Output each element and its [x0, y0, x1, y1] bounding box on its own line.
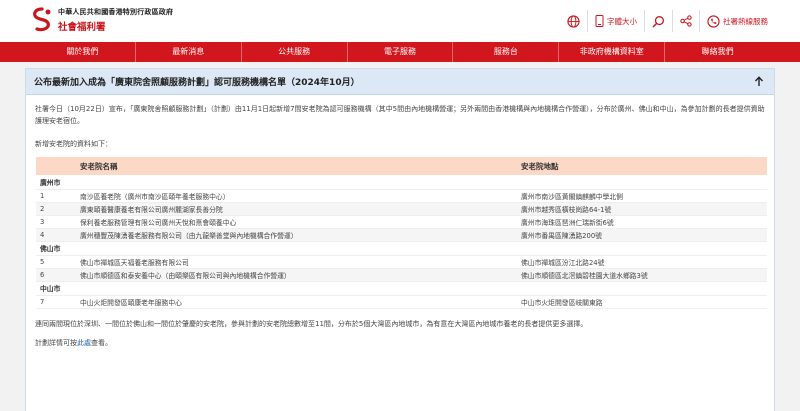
home-name: 南沙區養老院（廣州市南沙區頤年養老服務中心） [66, 189, 517, 203]
nav-e-services[interactable]: 電子服務 [348, 42, 454, 62]
nav-contact-us[interactable]: 聯絡我們 [665, 42, 770, 62]
home-name: 佛山市禪城區天福養老服務有限公司 [66, 255, 517, 269]
nav-latest-news[interactable]: 最新消息 [136, 42, 242, 62]
row-number: 3 [36, 215, 66, 229]
details-link[interactable]: 此處 [77, 339, 91, 347]
home-name: 保利養老服務管理有限公司廣州天悅和熹會頤養中心 [66, 215, 517, 229]
city-row-foshan: 佛山市 [36, 241, 767, 256]
city-label: 廣州市 [36, 175, 767, 190]
swd-logo-icon [33, 7, 51, 32]
font-size-label: 字體大小 [607, 16, 637, 26]
city-label: 佛山市 [36, 241, 767, 256]
news-panel: 公布最新加入成為「廣東院舍照顧服務計劃」認可服務機構名單（2024年10月） 社… [25, 68, 775, 411]
row-number: 2 [36, 202, 66, 216]
arrow-up-icon [754, 76, 764, 86]
home-name: 廣東頤養醫康養老有限公司廣州麓湖家長善分院 [66, 202, 517, 216]
row-number: 6 [36, 268, 66, 282]
city-label: 中山市 [36, 281, 767, 296]
summary-paragraph: 連同兩間現位於深圳、一間位於佛山和一間位於肇慶的安老院，參與計劃的安老院總數增至… [35, 319, 588, 328]
nav-about-us[interactable]: 關於我們 [30, 42, 136, 62]
city-row-zhongshan: 中山市 [36, 281, 767, 296]
home-name: 中山火炬開發區頤康老年服務中心 [66, 295, 517, 309]
org-name-line1: 中華人民共和國香港特別行政區政府 [58, 8, 174, 16]
language-button[interactable] [560, 10, 588, 32]
home-address: 廣州市番禺區陳湧路200號 [517, 228, 767, 242]
details-suffix: 查看。 [91, 338, 112, 347]
home-address: 佛山市順德區北滘鎮碧桂園大道水鄉路3號 [517, 268, 767, 282]
table-header-row: 安老院名稱 安老院地點 [36, 157, 767, 175]
font-size-icon [595, 15, 604, 27]
nav-service-desk[interactable]: 服務台 [453, 42, 560, 62]
home-address: 廣州市南沙區黃閣鎮麒麟中學北側 [517, 189, 767, 203]
top-header: 中華人民共和國香港特別行政區政府 社會福利署 字體大小 社署熱線服務 [0, 0, 800, 42]
table-row: 5 佛山市禪城區天福養老服務有限公司 佛山市禪城區汾江北路24號 [36, 255, 767, 269]
elderly-homes-table: 安老院名稱 安老院地點 廣州市 1 南沙區養老院（廣州市南沙區頤年養老服務中心）… [36, 157, 767, 309]
announcement-paragraph: 社署今日（10月22日）宣布，「廣東院舍照顧服務計劃」（計劃）由11月1日起新增… [35, 105, 765, 125]
table-row: 3 保利養老服務管理有限公司廣州天悅和熹會頤養中心 廣州市海珠區琶洲仁瑞新街6號 [36, 215, 767, 229]
search-icon [652, 15, 664, 27]
home-address: 廣州市越秀區橫枝崗路64-1號 [517, 202, 767, 216]
search-button[interactable] [645, 10, 673, 32]
panel-header[interactable]: 公布最新加入成為「廣東院舍照顧服務計劃」認可服務機構名單（2024年10月） [26, 69, 774, 95]
details-paragraph: 計劃詳情可按此處查看。 [35, 337, 765, 349]
home-name: 廣州穗豐茂陳湧養老服務有限公司（由九龍樂善堂與內地機構合作營運） [66, 228, 517, 242]
table-row: 1 南沙區養老院（廣州市南沙區頤年養老服務中心） 廣州市南沙區黃閣鎮麒麟中學北側 [36, 189, 767, 203]
city-row-guangzhou: 廣州市 [36, 175, 767, 190]
row-number: 4 [36, 228, 66, 242]
row-number: 1 [36, 189, 66, 203]
font-size-button[interactable]: 字體大小 [588, 10, 645, 32]
collapse-button[interactable] [752, 75, 766, 89]
globe-icon [567, 14, 580, 28]
share-icon [680, 15, 692, 27]
org-name-line2: 社會福利署 [58, 22, 106, 33]
table-row: 6 佛山市順德區和泰安養中心（由頤樂區有限公司與內地機構合作營運） 佛山市順德區… [36, 268, 767, 282]
hotline-button[interactable]: 社署熱線服務 [700, 10, 775, 32]
home-address: 佛山市禪城區汾江北路24號 [517, 255, 767, 269]
table-row: 4 廣州穗豐茂陳湧養老服務有限公司（由九龍樂善堂與內地機構合作營運） 廣州市番禺… [36, 228, 767, 242]
table-intro: 新增安老院的資料如下： [35, 140, 112, 148]
home-address: 廣州市海珠區琶洲仁瑞新街6號 [517, 215, 767, 229]
share-button[interactable] [673, 10, 700, 32]
hotline-label: 社署熱線服務 [723, 16, 768, 26]
table-row: 2 廣東頤養醫康養老有限公司廣州麓湖家長善分院 廣州市越秀區橫枝崗路64-1號 [36, 202, 767, 216]
col-number [36, 157, 66, 175]
hotline-icon [707, 14, 720, 28]
header-tools: 字體大小 社署熱線服務 [560, 10, 775, 32]
col-home-name: 安老院名稱 [66, 157, 517, 175]
panel-title: 公布最新加入成為「廣東院舍照顧服務計劃」認可服務機構名單（2024年10月） [34, 78, 360, 88]
nav-public-services[interactable]: 公共服務 [242, 42, 348, 62]
row-number: 7 [36, 295, 66, 309]
home-address: 中山市火炬開發區岐關東路 [517, 295, 767, 309]
main-nav: 關於我們 最新消息 公共服務 電子服務 服務台 非政府機構資料室 聯絡我們 [0, 42, 800, 62]
swd-logo[interactable]: 中華人民共和國香港特別行政區政府 社會福利署 [30, 7, 173, 33]
details-prefix: 計劃詳情可按 [35, 338, 77, 347]
nav-ngo-corner[interactable]: 非政府機構資料室 [559, 42, 666, 62]
table-row: 7 中山火炬開發區頤康老年服務中心 中山市火炬開發區岐關東路 [36, 295, 767, 309]
home-name: 佛山市順德區和泰安養中心（由頤樂區有限公司與內地機構合作營運） [66, 268, 517, 282]
row-number: 5 [36, 255, 66, 269]
col-home-address: 安老院地點 [517, 157, 767, 175]
